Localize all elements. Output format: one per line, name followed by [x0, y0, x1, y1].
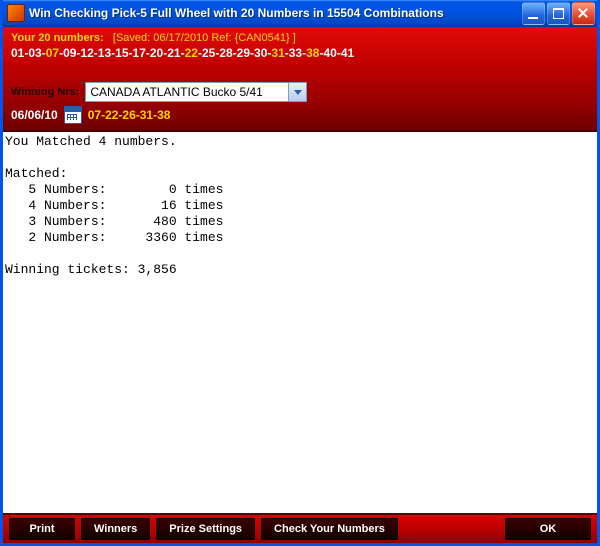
wheel-number: 15 — [115, 46, 128, 60]
app-icon — [7, 4, 25, 22]
wheel-number: 38 — [306, 46, 319, 60]
app-window: Win Checking Pick-5 Full Wheel with 20 N… — [0, 0, 600, 546]
wheel-number: 29 — [237, 46, 250, 60]
wheel-number: 25 — [202, 46, 215, 60]
wheel-number: 12 — [80, 46, 93, 60]
titlebar: Win Checking Pick-5 Full Wheel with 20 N… — [3, 0, 597, 27]
lottery-select[interactable]: CANADA ATLANTIC Bucko 5/41 — [85, 82, 307, 102]
lottery-select-value: CANADA ATLANTIC Bucko 5/41 — [86, 85, 288, 99]
wheel-number: 21 — [167, 46, 180, 60]
print-button[interactable]: Print — [9, 518, 75, 540]
winning-numbers: 07-22-26-31-38 — [88, 108, 171, 122]
wheel-number: 28 — [219, 46, 232, 60]
wheel-number: 13 — [98, 46, 111, 60]
wheel-number: 33 — [289, 46, 302, 60]
saved-info: [Saved: 06/17/2010 Ref: {CAN0541} ] — [113, 32, 296, 44]
chevron-down-icon[interactable] — [288, 83, 306, 101]
close-button[interactable] — [572, 2, 595, 25]
header-panel: Your 20 numbers: [Saved: 06/17/2010 Ref:… — [3, 27, 597, 132]
wheel-number: 31 — [271, 46, 284, 60]
wheel-number: 03 — [28, 46, 41, 60]
check-numbers-button[interactable]: Check Your Numbers — [261, 518, 398, 540]
wheel-number: 20 — [150, 46, 163, 60]
winners-button[interactable]: Winners — [81, 518, 150, 540]
calendar-icon[interactable] — [64, 106, 82, 124]
draw-date-row: 06/06/10 07-22-26-31-38 — [11, 106, 589, 124]
ok-button[interactable]: OK — [505, 518, 591, 540]
wheel-number: 40 — [323, 46, 336, 60]
window-title: Win Checking Pick-5 Full Wheel with 20 N… — [29, 6, 518, 20]
wheel-number: 30 — [254, 46, 267, 60]
wheel-number: 22 — [185, 46, 198, 60]
winning-select-row: Winning Nrs: CANADA ATLANTIC Bucko 5/41 — [11, 82, 589, 102]
wheel-number: 41 — [341, 46, 354, 60]
wheel-number: 09 — [63, 46, 76, 60]
prize-settings-button[interactable]: Prize Settings — [156, 518, 255, 540]
draw-date: 06/06/10 — [11, 108, 58, 122]
winning-numbers-label: Winning Nrs: — [11, 86, 79, 98]
wheel-number: 07 — [46, 46, 59, 60]
results-area: You Matched 4 numbers. Matched: 5 Number… — [3, 132, 597, 513]
button-bar: Print Winners Prize Settings Check Your … — [3, 513, 597, 543]
wheel-number: 17 — [133, 46, 146, 60]
your-numbers-label: Your 20 numbers: — [11, 32, 104, 44]
wheel-number: 01 — [11, 46, 24, 60]
minimize-button[interactable] — [522, 2, 545, 25]
your-numbers-row: Your 20 numbers: [Saved: 06/17/2010 Ref:… — [11, 31, 589, 62]
your-numbers-list: 01-03-07-09-12-13-15-17-20-21-22-25-28-2… — [11, 46, 354, 60]
window-buttons — [522, 2, 595, 25]
maximize-button[interactable] — [547, 2, 570, 25]
